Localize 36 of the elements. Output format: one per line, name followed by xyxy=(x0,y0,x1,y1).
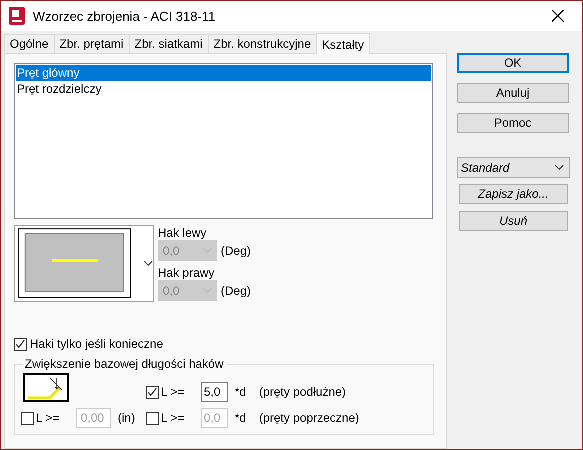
unit-label: (in) xyxy=(118,411,136,425)
tab[interactable]: Zbr. konstrukcyjne xyxy=(208,34,318,53)
caret-icon xyxy=(144,261,153,266)
shape-picker[interactable] xyxy=(14,225,154,302)
unit-label: *d xyxy=(235,385,246,399)
list-item[interactable]: Pręt główny xyxy=(16,65,431,81)
input-field[interactable]: 5,0 xyxy=(201,382,228,402)
preset-button[interactable]: Zapisz jako... xyxy=(459,184,568,204)
field-note: (pręty podłużne) xyxy=(259,385,346,399)
unit-label: (Deg) xyxy=(221,284,252,298)
group-title: Zwiększenie bazowej długości haków xyxy=(24,357,225,371)
unit-label: (Deg) xyxy=(221,244,252,258)
field-note: (pręty poprzeczne) xyxy=(259,411,360,425)
list-item[interactable]: Pręt rozdzielczy xyxy=(16,81,431,97)
preset-dropdown[interactable]: Standard xyxy=(457,157,570,178)
tab[interactable]: Kształty xyxy=(316,33,370,54)
checkbox-label: L >= xyxy=(161,385,186,399)
hook-label: Hak lewy xyxy=(158,226,208,240)
preset-button[interactable]: Usuń xyxy=(459,211,568,231)
app-icon xyxy=(9,7,25,25)
hook-label: Hak prawy xyxy=(158,266,216,280)
checkbox-label: Haki tylko jeśli konieczne xyxy=(30,337,164,351)
dialog-button[interactable]: OK xyxy=(457,53,569,73)
dialog-button[interactable]: Anuluj xyxy=(457,83,569,103)
close-icon[interactable] xyxy=(552,10,564,22)
dialog-button[interactable]: Pomoc xyxy=(457,113,569,133)
checkbox-label: L >= xyxy=(36,411,61,425)
tab[interactable]: Zbr. prętami xyxy=(54,34,130,53)
caret-icon xyxy=(555,165,564,170)
tab[interactable]: Ogólne xyxy=(4,34,55,53)
checkbox[interactable] xyxy=(146,386,159,398)
hook-shape-button[interactable] xyxy=(23,373,69,402)
unit-label: *d xyxy=(235,411,246,425)
checkbox[interactable] xyxy=(14,338,27,350)
checkbox-label: L >= xyxy=(161,411,186,425)
window-title: Wzorzec zbrojenia - ACI 318-11 xyxy=(33,8,217,24)
